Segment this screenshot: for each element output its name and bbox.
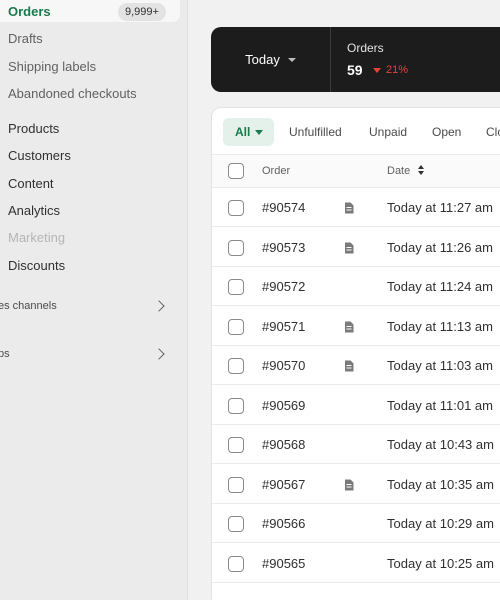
- metric-value: 59: [347, 62, 363, 78]
- tab-unpaid[interactable]: Unpaid: [369, 118, 407, 146]
- note-icon: [345, 321, 354, 332]
- order-date: Today at 11:27 am: [387, 200, 493, 215]
- order-number[interactable]: #90572: [262, 279, 305, 294]
- row-checkbox[interactable]: [228, 239, 244, 256]
- order-number[interactable]: #90569: [262, 398, 305, 413]
- order-number[interactable]: #90566: [262, 516, 305, 531]
- order-number[interactable]: #90567: [262, 477, 305, 492]
- tab-all[interactable]: All: [223, 118, 274, 146]
- order-number[interactable]: #90565: [262, 556, 305, 571]
- sort-icon[interactable]: [418, 165, 424, 177]
- column-date[interactable]: Date: [387, 165, 410, 177]
- tab-label: All: [235, 125, 251, 139]
- table-row[interactable]: #90565 Today at 10:25 am: [212, 544, 500, 583]
- caret-down-icon: [255, 129, 264, 135]
- note-icon: [345, 360, 354, 372]
- stats-bar: Today Orders 59 21%: [211, 27, 500, 92]
- order-date: Today at 10:29 am: [387, 516, 494, 531]
- sidebar-item-customers[interactable]: Customers: [8, 144, 71, 166]
- filter-tabs: All Unfulfilled Unpaid Open Clo: [212, 108, 500, 154]
- sidebar-item-products[interactable]: Products: [8, 117, 59, 139]
- order-number[interactable]: #90568: [262, 437, 305, 452]
- sidebar-item-content[interactable]: Content: [8, 172, 54, 194]
- order-number[interactable]: #90570: [262, 358, 305, 373]
- tab-open[interactable]: Open: [432, 118, 461, 146]
- table-row[interactable]: #90572 Today at 11:24 am: [212, 267, 500, 306]
- sidebar-item-drafts[interactable]: Drafts: [8, 27, 43, 49]
- chevron-right-icon: [153, 300, 165, 312]
- row-checkbox[interactable]: [228, 437, 244, 453]
- metric-label: Orders: [347, 41, 384, 55]
- note-icon: [345, 242, 354, 253]
- row-checkbox[interactable]: [228, 200, 244, 216]
- table-row[interactable]: #90570 Today at 11:03 am: [212, 346, 500, 385]
- order-date: Today at 10:35 am: [387, 476, 494, 492]
- sidebar-item-shipping-labels[interactable]: Shipping labels: [8, 55, 96, 77]
- row-checkbox[interactable]: [228, 318, 244, 335]
- sidebar: Orders 9,999+ Drafts Shipping labels Aba…: [0, 0, 188, 600]
- row-checkbox[interactable]: [228, 358, 244, 374]
- select-all-checkbox[interactable]: [228, 163, 244, 179]
- table-header: Order Date: [212, 154, 500, 188]
- section-label: es channels: [0, 300, 57, 312]
- sidebar-section-apps[interactable]: ps: [0, 344, 178, 364]
- order-date: Today at 11:03 am: [387, 358, 493, 373]
- sidebar-item-marketing[interactable]: Marketing: [8, 226, 65, 248]
- order-date: Today at 10:25 am: [387, 555, 494, 571]
- chevron-right-icon: [153, 348, 165, 360]
- order-date: Today at 10:43 am: [387, 437, 494, 452]
- table-row[interactable]: #90569 Today at 11:01 am: [212, 386, 500, 425]
- caret-down-icon: [287, 57, 296, 62]
- order-date: Today at 11:13 am: [387, 318, 493, 334]
- note-icon: [345, 202, 354, 214]
- sidebar-item-discounts[interactable]: Discounts: [8, 254, 65, 276]
- table-row[interactable]: #90568 Today at 10:43 am: [212, 425, 500, 464]
- table-row[interactable]: #90566 Today at 10:29 am: [212, 504, 500, 543]
- sidebar-item-orders[interactable]: Orders: [8, 0, 51, 22]
- row-checkbox[interactable]: [228, 555, 244, 572]
- note-icon: [345, 479, 354, 490]
- order-date: Today at 11:01 am: [387, 397, 493, 413]
- metric-delta-value: 21%: [386, 64, 409, 76]
- order-number[interactable]: #90573: [262, 240, 305, 255]
- sidebar-section-sales-channels[interactable]: es channels: [0, 296, 178, 316]
- date-range-button[interactable]: Today: [211, 27, 331, 92]
- order-date: Today at 11:24 am: [387, 279, 493, 294]
- row-checkbox[interactable]: [228, 516, 244, 532]
- metric-delta: 21%: [373, 64, 408, 76]
- table-row[interactable]: #90574 Today at 11:27 am: [212, 188, 500, 227]
- order-date: Today at 11:26 am: [387, 239, 493, 255]
- trend-down-icon: [373, 67, 381, 73]
- date-range-label: Today: [245, 52, 280, 67]
- orders-card: All Unfulfilled Unpaid Open Clo Order Da…: [211, 107, 500, 600]
- row-checkbox[interactable]: [228, 279, 244, 295]
- section-label: ps: [0, 348, 10, 360]
- order-number[interactable]: #90571: [262, 319, 305, 334]
- orders-count-badge: 9,999+: [118, 3, 166, 21]
- column-order[interactable]: Order: [262, 165, 290, 177]
- table-row[interactable]: #90567 Today at 10:35 am: [212, 465, 500, 504]
- sidebar-item-analytics[interactable]: Analytics: [8, 199, 60, 221]
- row-checkbox[interactable]: [228, 397, 244, 414]
- table-row[interactable]: #90573 Today at 11:26 am: [212, 228, 500, 267]
- row-checkbox[interactable]: [228, 476, 244, 493]
- sidebar-item-abandoned-checkouts[interactable]: Abandoned checkouts: [8, 82, 137, 104]
- order-number[interactable]: #90574: [262, 200, 305, 215]
- tab-closed[interactable]: Clo: [486, 118, 500, 146]
- table-row[interactable]: #90571 Today at 11:13 am: [212, 307, 500, 346]
- tab-unfulfilled[interactable]: Unfulfilled: [289, 118, 342, 146]
